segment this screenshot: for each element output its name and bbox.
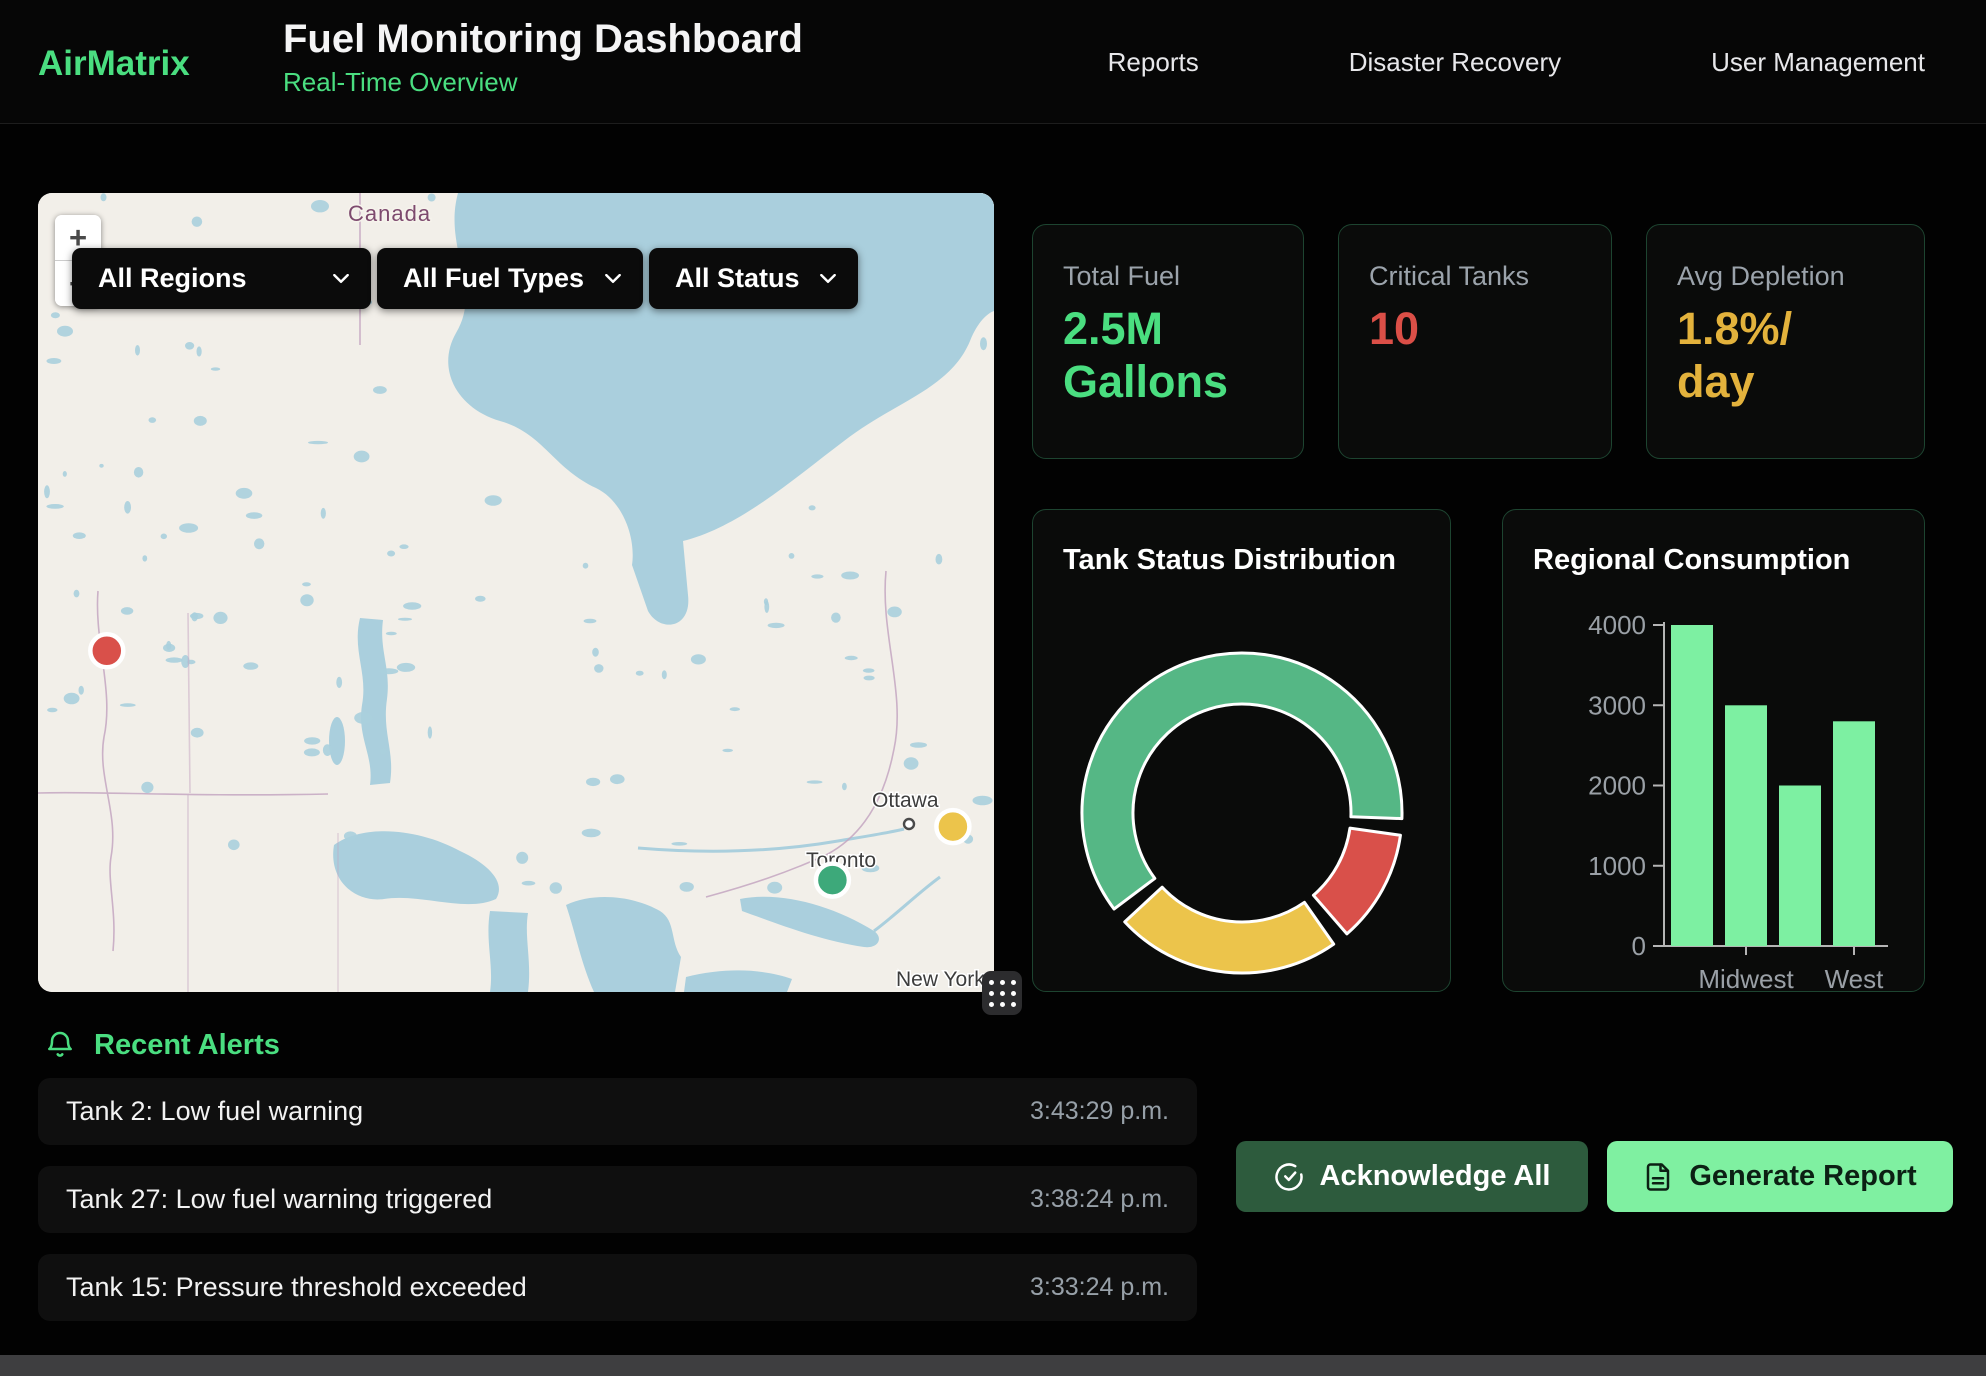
tank-status-donut-chart	[1033, 510, 1452, 993]
nav-item-disaster-recovery[interactable]: Disaster Recovery	[1349, 47, 1561, 78]
alert-timestamp: 3:38:24 p.m.	[1030, 1185, 1169, 1214]
regional-consumption-bar-chart: 0 1000 2000 3000 4000 Midwest West	[1503, 510, 1926, 993]
stat-value: 1.8%/day	[1677, 302, 1799, 408]
nav-item-user-management[interactable]: User Management	[1711, 47, 1925, 78]
bar-west	[1833, 721, 1875, 946]
main-nav: Reports Disaster Recovery User Management	[1108, 0, 1925, 124]
title-block: Fuel Monitoring Dashboard Real-Time Over…	[283, 16, 803, 98]
chevron-down-icon	[820, 274, 836, 284]
filter-label: All Status	[675, 263, 800, 294]
stat-value: 10	[1369, 302, 1589, 355]
bell-icon	[44, 1028, 76, 1062]
chevron-down-icon	[605, 274, 621, 284]
dashboard-root: AirMatrix Fuel Monitoring Dashboard Real…	[0, 0, 1986, 1376]
y-axis-tick-label: 0	[1632, 931, 1646, 961]
filter-dropdown-all-status[interactable]: All Status	[649, 248, 858, 309]
stat-value: 2.5M Gallons	[1063, 302, 1273, 408]
y-axis-tick-label: 2000	[1588, 771, 1646, 801]
acknowledge-all-button[interactable]: Acknowledge All	[1236, 1141, 1588, 1212]
alerts-header: Recent Alerts	[44, 1028, 280, 1062]
map-label-canada: Canada	[348, 201, 431, 226]
tank-status-card: Tank Status Distribution	[1032, 509, 1451, 992]
y-axis-tick-label: 3000	[1588, 690, 1646, 720]
report-file-icon	[1643, 1162, 1673, 1192]
chevron-down-icon	[333, 274, 349, 284]
stat-label: Critical Tanks	[1369, 261, 1611, 292]
stat-card-total-fuel: Total Fuel 2.5M Gallons	[1032, 224, 1304, 459]
filter-label: All Regions	[98, 263, 247, 294]
generate-report-label: Generate Report	[1689, 1160, 1916, 1193]
resize-grip-icon[interactable]	[982, 971, 1022, 1015]
acknowledge-all-label: Acknowledge All	[1320, 1160, 1551, 1193]
page-title: Fuel Monitoring Dashboard	[283, 16, 803, 62]
alert-timestamp: 3:33:24 p.m.	[1030, 1273, 1169, 1302]
bar-region-1	[1671, 625, 1713, 946]
tank-marker-normal[interactable]	[816, 864, 849, 897]
alert-timestamp: 3:43:29 p.m.	[1030, 1097, 1169, 1126]
stat-card-critical-tanks: Critical Tanks 10	[1338, 224, 1612, 459]
filter-dropdown-all-regions[interactable]: All Regions	[72, 248, 371, 309]
alert-row[interactable]: Tank 27: Low fuel warning triggered 3:38:…	[38, 1166, 1197, 1233]
alert-row[interactable]: Tank 2: Low fuel warning 3:43:29 p.m.	[38, 1078, 1197, 1145]
stat-card-avg-depletion: Avg Depletion 1.8%/day	[1646, 224, 1925, 459]
donut-segment-critical	[1313, 828, 1400, 934]
alert-message: Tank 15: Pressure threshold exceeded	[66, 1272, 527, 1303]
map-panel[interactable]: Canada Ottawa Toronto New York + − All R…	[38, 193, 994, 992]
map-filters: All Regions All Fuel Types All Status	[72, 248, 858, 309]
x-axis-tick-label: Midwest	[1698, 964, 1794, 993]
page-subtitle: Real-Time Overview	[283, 67, 803, 98]
nav-item-reports[interactable]: Reports	[1108, 47, 1199, 78]
donut-segment-warning	[1125, 887, 1334, 973]
town-dot-ottawa	[904, 819, 914, 829]
regional-consumption-card: Regional Consumption 01000200030004000Mi…	[1502, 509, 1925, 992]
bar-region-3	[1779, 786, 1821, 947]
y-axis-tick-label: 1000	[1588, 851, 1646, 881]
alert-message: Tank 2: Low fuel warning	[66, 1096, 363, 1127]
alerts-title: Recent Alerts	[94, 1029, 280, 1062]
map-label-newyork: New York	[896, 968, 985, 991]
alert-row[interactable]: Tank 15: Pressure threshold exceeded 3:33…	[38, 1254, 1197, 1321]
app-header: AirMatrix Fuel Monitoring Dashboard Real…	[0, 0, 1986, 124]
map-canvas[interactable]: Canada Ottawa Toronto New York	[38, 193, 994, 992]
tank-marker-warning[interactable]	[936, 810, 969, 843]
filter-dropdown-all-fuel-types[interactable]: All Fuel Types	[377, 248, 643, 309]
tank-marker-critical[interactable]	[90, 634, 123, 667]
filter-label: All Fuel Types	[403, 263, 584, 294]
alert-message: Tank 27: Low fuel warning triggered	[66, 1184, 492, 1215]
generate-report-button[interactable]: Generate Report	[1607, 1141, 1953, 1212]
brand-logo[interactable]: AirMatrix	[38, 44, 190, 84]
stat-label: Total Fuel	[1063, 261, 1303, 292]
map-label-ottawa: Ottawa	[872, 789, 939, 812]
bar-midwest	[1725, 705, 1767, 946]
horizontal-scrollbar[interactable]	[0, 1355, 1986, 1376]
stat-label: Avg Depletion	[1677, 261, 1924, 292]
check-circle-icon	[1274, 1162, 1304, 1192]
x-axis-tick-label: West	[1825, 964, 1885, 993]
y-axis-tick-label: 4000	[1588, 610, 1646, 640]
